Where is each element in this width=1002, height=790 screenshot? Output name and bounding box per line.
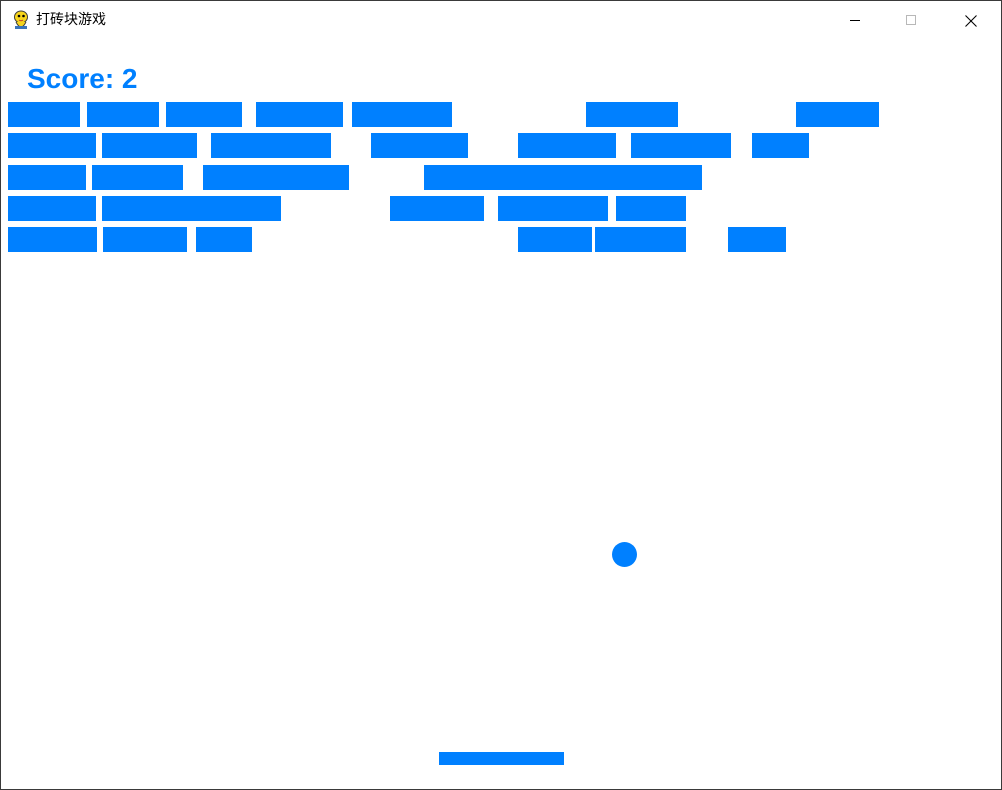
- brick: [103, 227, 187, 252]
- brick: [518, 227, 592, 252]
- brick: [196, 227, 252, 252]
- close-icon: [965, 15, 977, 27]
- brick: [87, 102, 159, 127]
- title-bar[interactable]: 打砖块游戏: [1, 1, 1001, 39]
- brick: [102, 133, 197, 158]
- brick: [518, 133, 616, 158]
- brick: [352, 102, 452, 127]
- brick: [796, 102, 879, 127]
- brick: [631, 133, 731, 158]
- brick: [752, 133, 809, 158]
- brick: [8, 102, 80, 127]
- brick: [8, 133, 96, 158]
- brick: [203, 165, 349, 190]
- brick: [8, 165, 86, 190]
- brick: [390, 196, 484, 221]
- brick: [595, 227, 686, 252]
- brick: [616, 196, 686, 221]
- score-label: Score: 2: [27, 63, 138, 94]
- brick: [728, 227, 786, 252]
- brick: [586, 102, 678, 127]
- game-canvas[interactable]: Score: 2: [1, 39, 1001, 789]
- brick: [92, 165, 183, 190]
- paddle[interactable]: [439, 752, 564, 765]
- minimize-icon: [850, 20, 860, 21]
- minimize-button[interactable]: [832, 1, 878, 39]
- pygame-snake-icon: [12, 10, 30, 30]
- brick: [498, 196, 608, 221]
- brick: [8, 227, 97, 252]
- ball: [612, 542, 637, 567]
- maximize-button[interactable]: [888, 1, 934, 39]
- brick: [371, 133, 468, 158]
- brick: [424, 165, 702, 190]
- window-title: 打砖块游戏: [36, 12, 106, 28]
- brick: [211, 133, 331, 158]
- brick: [256, 102, 343, 127]
- maximize-icon: [906, 15, 916, 25]
- brick: [102, 196, 281, 221]
- brick: [8, 196, 96, 221]
- brick: [166, 102, 242, 127]
- close-button[interactable]: [947, 1, 993, 39]
- game-window: 打砖块游戏 Score: 2: [0, 0, 1002, 790]
